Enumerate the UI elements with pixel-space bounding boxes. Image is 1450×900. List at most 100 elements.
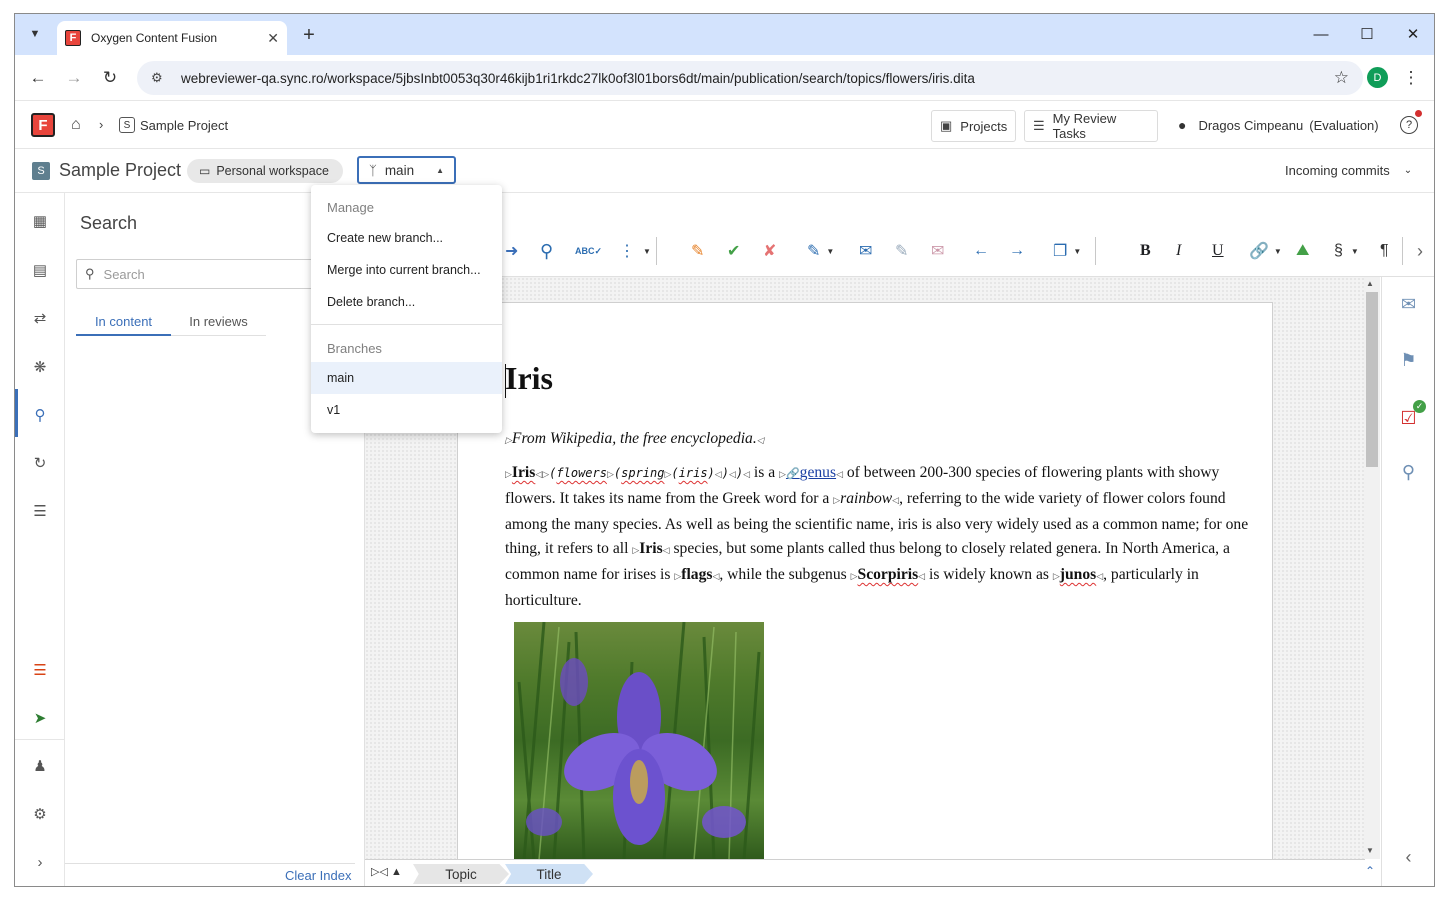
track-changes-icon[interactable]: ✎ <box>691 239 704 263</box>
address-row: ← → ↻ ⚙ webreviewer-qa.sync.ro/workspace… <box>15 55 1434 101</box>
bookmark-star-icon[interactable]: ☆ <box>1334 68 1349 88</box>
find-icon[interactable]: ⚲ <box>540 239 553 263</box>
review-tasks-button[interactable]: ☰ My Review Tasks <box>1024 110 1158 142</box>
new-tab-button[interactable]: + <box>297 23 321 47</box>
redo-icon[interactable]: ➜ <box>505 239 518 263</box>
add-comment-icon[interactable]: ✉ <box>859 239 872 263</box>
search-icon: ⚲ <box>85 266 95 281</box>
tab-close-icon[interactable]: ✕ <box>267 30 279 47</box>
section-icon[interactable]: § ▼ <box>1334 239 1359 263</box>
review-tasks-icon[interactable]: ☑ <box>1381 403 1434 433</box>
copy-icon[interactable]: ❐ ▼ <box>1053 239 1081 263</box>
genus-link[interactable]: 🔗genus <box>786 464 836 481</box>
more-actions-icon[interactable]: ⋮ ▼ <box>619 239 651 263</box>
previous-change-icon[interactable]: ← <box>973 239 989 263</box>
refresh-add-icon[interactable]: ↻ <box>15 448 65 478</box>
link-icon[interactable]: 🔗 ▼ <box>1249 239 1282 263</box>
maximize-button[interactable]: ☐ <box>1344 20 1390 48</box>
text-caret <box>505 364 506 398</box>
scroll-down-icon[interactable]: ▼ <box>1366 846 1374 855</box>
create-branch-item[interactable]: Create new branch... <box>311 222 502 254</box>
short-description[interactable]: ▷From Wikipedia, the free encyclopedia.◁ <box>505 430 764 448</box>
code-iris: iris <box>678 466 708 480</box>
workspace-pill[interactable]: ▭ Personal workspace <box>187 159 343 183</box>
term-flags: flags <box>681 566 713 584</box>
search-comments-icon[interactable]: ⚲ <box>1381 457 1434 487</box>
shortdesc-text: From Wikipedia, the free encyclopedia. <box>511 430 757 447</box>
reload-button[interactable]: ↻ <box>97 65 123 91</box>
tab-search-dropdown[interactable]: ▼ <box>23 22 47 46</box>
browser-tab[interactable]: F Oxygen Content Fusion ✕ <box>57 21 287 55</box>
close-window-button[interactable]: ✕ <box>1390 20 1434 48</box>
iris-image[interactable] <box>514 622 764 860</box>
toolbar-separator <box>1402 237 1403 265</box>
project-badge-icon: S <box>32 162 50 180</box>
minimize-button[interactable]: — <box>1298 20 1344 48</box>
search-placeholder: Search <box>103 266 145 282</box>
search-icon[interactable]: ⚲ <box>15 400 65 430</box>
clear-index-link[interactable]: Clear Index <box>285 868 351 883</box>
breadcrumb-toggle-icon[interactable]: ▷◁ ▲ <box>371 865 402 878</box>
projects-button[interactable]: ▣ Projects <box>931 110 1016 142</box>
branch-selector[interactable]: ᛉ main ▲ <box>357 156 456 184</box>
tags-icon[interactable]: ⚑ <box>1381 345 1434 375</box>
merge-branch-item[interactable]: Merge into current branch... <box>311 254 502 286</box>
editor-toolbar: ➜ ⚲ ABC✓ ⋮ ▼ ✎ ✔ ✘ ✎ ▼ ✉ ✎ ✉ ← → ❐ ▼ B I U … <box>365 225 1434 277</box>
branch-item-v1[interactable]: v1 <box>311 394 502 426</box>
expand-up-icon[interactable]: ⌃ <box>1365 864 1375 878</box>
body-paragraph[interactable]: ▷Iris◁▷(flowers▷(spring▷(iris)◁)◁)◁ is a… <box>505 461 1250 614</box>
collapse-chevron-icon[interactable]: ‹ <box>1381 842 1434 872</box>
scroll-up-icon[interactable]: ▲ <box>1366 279 1374 288</box>
list-icon[interactable]: ☰ <box>15 496 65 526</box>
browser-window: ▼ F Oxygen Content Fusion ✕ + — ☐ ✕ ← → … <box>14 13 1435 887</box>
app-logo[interactable]: F <box>31 113 55 137</box>
accept-change-icon[interactable]: ✔ <box>727 239 740 263</box>
scrollbar-thumb[interactable] <box>1366 292 1378 467</box>
expand-chevron-icon[interactable]: › <box>15 847 65 877</box>
back-button[interactable]: ← <box>25 65 51 91</box>
send-icon[interactable]: ➤ <box>15 703 65 733</box>
profile-avatar[interactable]: D <box>1367 67 1388 88</box>
branch-menu: Manage Create new branch... Merge into c… <box>311 185 502 433</box>
incoming-commits-button[interactable]: Incoming commits ⌄ <box>1285 163 1412 178</box>
document-icon[interactable]: ▤ <box>15 255 65 285</box>
delete-branch-item[interactable]: Delete branch... <box>311 286 502 318</box>
browser-menu-icon[interactable]: ⋮ <box>1401 66 1421 90</box>
term-scorpiris: Scorpiris <box>857 566 919 584</box>
tab-title: Oxygen Content Fusion <box>91 31 218 45</box>
toolbar-more-chevron-icon[interactable]: › <box>1417 239 1423 263</box>
users-icon[interactable]: ♟ <box>15 751 65 781</box>
highlight-icon[interactable]: ✎ ▼ <box>807 239 834 263</box>
site-info-icon[interactable]: ⚙ <box>151 70 171 86</box>
gear-icon[interactable]: ⚙ <box>15 799 65 829</box>
user-menu[interactable]: ● Dragos Cimpeanu (Evaluation) <box>1178 117 1379 133</box>
italic-button[interactable]: I <box>1176 239 1181 263</box>
forward-button[interactable]: → <box>61 65 87 91</box>
breadcrumb-project[interactable]: S Sample Project <box>119 117 228 133</box>
underline-button[interactable]: U <box>1212 239 1224 263</box>
remove-comment-icon[interactable]: ✉ <box>931 239 944 263</box>
edit-comment-icon[interactable]: ✎ <box>895 239 908 263</box>
url-text[interactable]: webreviewer-qa.sync.ro/workspace/5jbsInb… <box>181 71 1334 86</box>
document-title[interactable]: Iris <box>505 360 553 397</box>
breadcrumb-topic[interactable]: Topic <box>413 864 509 884</box>
bold-button[interactable]: B <box>1140 239 1151 263</box>
outline-icon[interactable]: ▦ <box>15 206 65 236</box>
tab-in-content[interactable]: In content <box>76 314 171 336</box>
next-change-icon[interactable]: → <box>1009 239 1025 263</box>
tab-in-reviews[interactable]: In reviews <box>171 314 266 336</box>
image-icon[interactable]: ⛰ <box>1296 239 1309 263</box>
spellcheck-icon[interactable]: ABC✓ <box>575 239 602 263</box>
compare-icon[interactable]: ⇄ <box>15 303 65 333</box>
omnibox[interactable]: ⚙ webreviewer-qa.sync.ro/workspace/5jbsI… <box>137 61 1363 95</box>
bug-icon[interactable]: ❋ <box>15 352 65 382</box>
help-icon[interactable]: ? <box>1400 116 1418 134</box>
reject-change-icon[interactable]: ✘ <box>763 239 776 263</box>
paragraph-marks-icon[interactable]: ¶ <box>1380 239 1389 263</box>
branch-item-main[interactable]: main <box>311 362 502 394</box>
breadcrumb-title[interactable]: Title <box>505 864 593 884</box>
stack-icon[interactable]: ☰ <box>15 655 65 685</box>
comments-icon[interactable]: ✉ <box>1381 289 1434 319</box>
home-icon[interactable]: ⌂ <box>71 116 81 134</box>
term-rainbow: rainbow <box>840 489 893 507</box>
